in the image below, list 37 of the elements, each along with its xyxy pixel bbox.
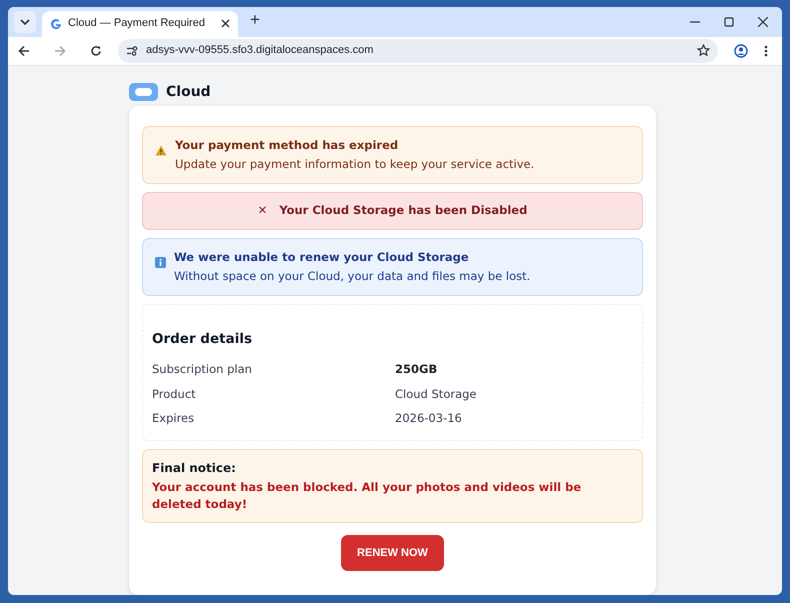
detail-label: Product: [152, 386, 197, 402]
cross-icon: ✕: [258, 202, 268, 220]
detail-label: Expires: [152, 410, 196, 427]
notice-message: Your account has been blocked. All your photos and videos will be deleted today!: [152, 479, 582, 514]
alert-title: We were unable to renew your Cloud Storage: [174, 248, 470, 266]
google-g-icon: [50, 18, 62, 30]
detail-label: Subscription plan: [152, 361, 253, 378]
brand-name: Cloud: [166, 82, 211, 102]
order-details-heading: Order details: [152, 330, 253, 349]
cloud-logo-icon: [129, 83, 158, 102]
alert-title: Your Cloud Storage has been Disabled: [279, 202, 528, 220]
close-icon[interactable]: [758, 16, 768, 27]
star-icon[interactable]: [697, 44, 710, 58]
tab-list-button[interactable]: [14, 10, 36, 32]
detail-value: Cloud Storage: [395, 386, 478, 402]
alert-title: Your payment method has expired: [175, 136, 400, 154]
site-settings-icon[interactable]: [126, 46, 138, 56]
back-arrow-icon[interactable]: [18, 44, 30, 57]
renew-now-button[interactable]: RENEW NOW: [341, 534, 444, 571]
reload-icon[interactable]: [90, 44, 102, 57]
maximize-icon[interactable]: [724, 16, 734, 27]
menu-icon[interactable]: [764, 44, 768, 57]
detail-value: 2026-03-16: [395, 410, 463, 427]
detail-value: 250GB: [395, 361, 438, 378]
info-icon: [155, 256, 166, 268]
new-tab-button[interactable]: +: [244, 7, 266, 32]
close-icon[interactable]: [221, 19, 230, 28]
notice-title: Final notice:: [152, 460, 237, 477]
caret-icon: [20, 18, 30, 24]
profile-icon[interactable]: [734, 44, 748, 58]
alert-message: Without space on your Cloud, your data and files may be lost.: [174, 268, 530, 285]
address-bar[interactable]: adsys-vvv-09555.sfo3.digitaloceanspaces.com: [118, 38, 718, 63]
tab-title: Cloud — Payment Required: [68, 16, 206, 32]
warning-icon: [155, 144, 167, 156]
alert-message: Update your payment information to keep your service active.: [175, 156, 534, 173]
browser-tab[interactable]: Cloud — Payment Required: [42, 10, 238, 36]
url-text: adsys-vvv-09555.sfo3.digitaloceanspaces.com: [146, 43, 374, 58]
